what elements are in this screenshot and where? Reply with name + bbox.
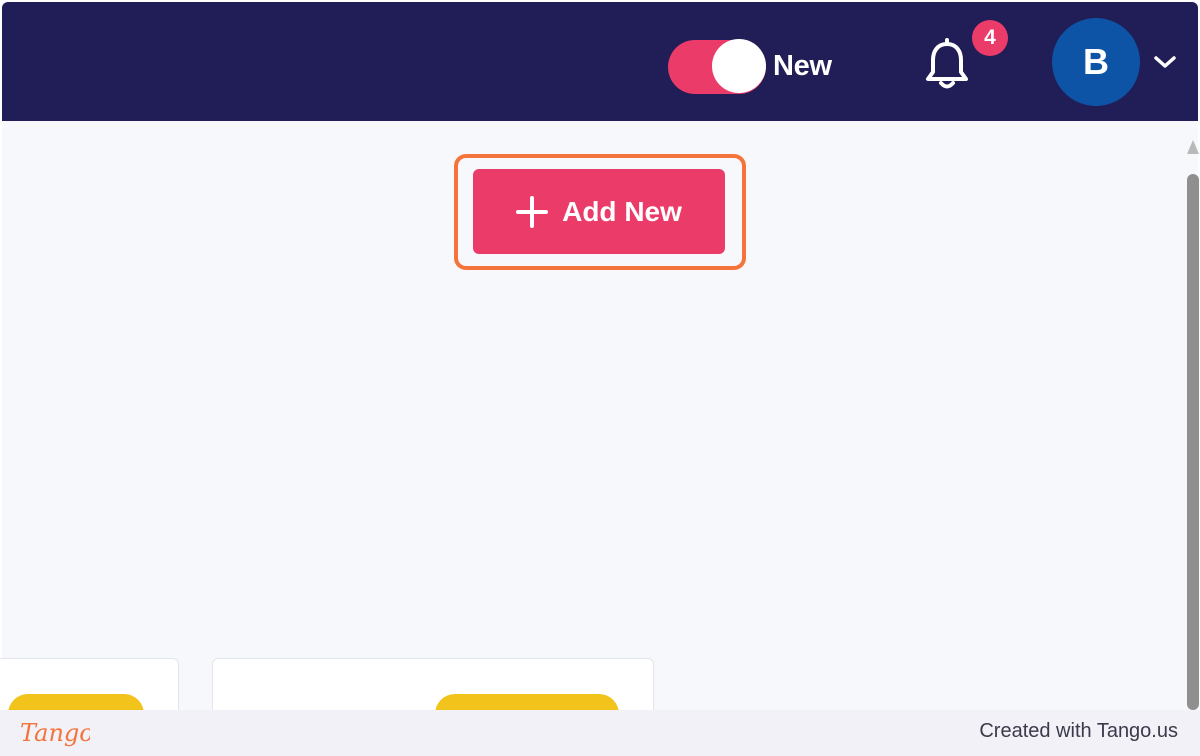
scrollbar-thumb[interactable] [1187,174,1199,710]
add-new-label: Add New [562,195,682,227]
chevron-down-icon[interactable] [1153,53,1177,71]
top-navbar [2,2,1198,121]
credit-text: Created with Tango.us [979,720,1178,742]
screenshot-frame: New 4 B Add New Tango Created with Tango… [0,0,1200,756]
toggle-label: New [773,50,832,82]
tango-logo[interactable]: Tango [18,713,90,753]
toggle-knob[interactable] [712,39,766,93]
notification-badge: 4 [972,20,1008,56]
bell-icon[interactable] [922,38,972,92]
scroll-up-arrow-icon[interactable] [1187,140,1199,154]
avatar[interactable]: B [1052,18,1140,106]
plus-icon [516,195,549,228]
add-new-button[interactable]: Add New [473,169,725,254]
logo-text: Tango [20,719,90,747]
